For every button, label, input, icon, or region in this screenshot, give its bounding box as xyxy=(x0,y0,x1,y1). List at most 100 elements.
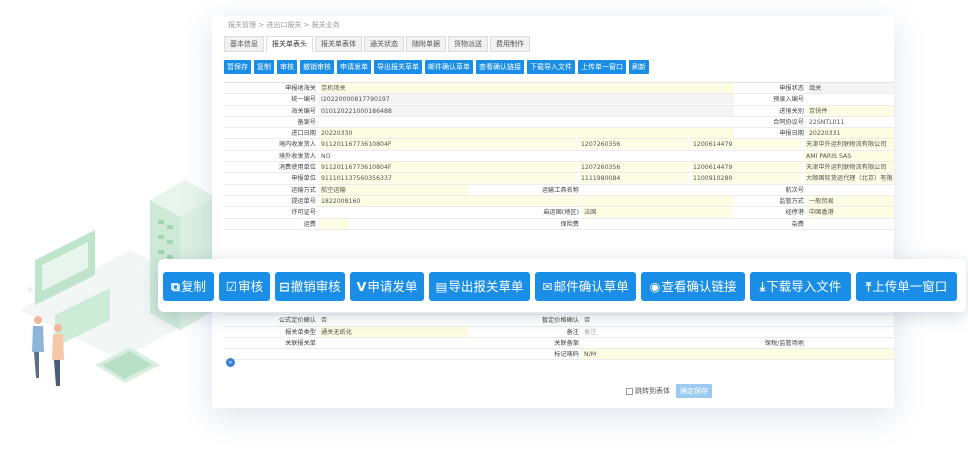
decl-type-field[interactable]: 通关无纸化 xyxy=(319,326,469,337)
supervision-field[interactable]: 一般贸易 xyxy=(807,195,894,206)
form-row: 标记唛码 N/M xyxy=(224,349,894,361)
tab-declaration-header[interactable]: 报关单表头 xyxy=(266,36,313,52)
record-no-field[interactable] xyxy=(319,117,734,127)
field-label: 预录入编号 xyxy=(773,96,804,104)
mail-confirm-button[interactable]: ✉邮件确认草单 xyxy=(535,272,636,301)
export-draft-button[interactable]: ▤导出报关草单 xyxy=(429,272,530,301)
people-illustration xyxy=(32,316,64,386)
declare-date-field[interactable]: 20220331 xyxy=(807,128,894,139)
tab-attached-docs[interactable]: 随附单据 xyxy=(406,36,446,52)
temp-save-button[interactable]: 暂保存 xyxy=(224,60,251,74)
expand-toggle-icon[interactable]: » xyxy=(226,358,235,367)
form-row: 境内收发货人 91120116773610804F 1207260356 120… xyxy=(224,139,894,151)
contract-no-field[interactable]: 22SNTL011 xyxy=(807,117,894,127)
misc-field[interactable] xyxy=(807,219,894,229)
eye-icon: ◉ xyxy=(649,279,661,294)
tab-fee-making[interactable]: 费用制作 xyxy=(490,36,530,52)
mail-confirm-button-small[interactable]: 邮件确认草单 xyxy=(425,60,473,74)
jump-to-body-checkbox[interactable]: 跳转到表体 xyxy=(626,386,670,396)
confirm-save-button[interactable]: 确定保存 xyxy=(676,384,712,398)
tab-basic-info[interactable]: 基本信息 xyxy=(224,36,264,52)
undo-audit-button[interactable]: ⊟撤销审核 xyxy=(275,272,345,301)
freight-field[interactable] xyxy=(319,218,349,229)
declarant-code-field[interactable]: 911101137560356337 xyxy=(319,173,577,184)
transport-field[interactable]: 航空运输 xyxy=(319,184,469,195)
check-square-icon: ☑ xyxy=(225,279,238,294)
domestic-consignee-ciq-field[interactable]: 1200614479 xyxy=(691,139,801,150)
form-row: 消费使用单位 91120116773610804F 1207260356 120… xyxy=(224,162,894,174)
consumer-cus-field[interactable]: 1207260356 xyxy=(579,162,689,173)
formula-price-field[interactable]: 否 xyxy=(319,315,469,325)
ie-type-field[interactable]: 京快件 xyxy=(807,105,894,116)
view-link-button-small[interactable]: 查看确认链接 xyxy=(476,60,524,74)
field-label: 标记唛码 xyxy=(554,351,579,359)
voyage-field[interactable] xyxy=(807,185,894,195)
port-field[interactable]: 中国香港 xyxy=(807,207,894,218)
origin-country-field[interactable]: 法国 xyxy=(582,207,732,218)
download-file-button[interactable]: ⤓下载导入文件 xyxy=(750,272,851,301)
declarant-name-field[interactable]: 大顺国际货运代理（北京）有限 xyxy=(804,173,894,184)
field-label: 进境关别 xyxy=(779,107,804,115)
import-date-field[interactable]: 20220330 xyxy=(319,128,734,139)
form-row: 境外收发货人 NO AMI PARIS SAS xyxy=(224,150,894,163)
field-label: 运费 xyxy=(303,220,316,228)
copy-button-label: 复制 xyxy=(180,279,206,294)
field-label: 提运单号 xyxy=(291,197,316,205)
copy-button-small[interactable]: 复制 xyxy=(254,60,274,74)
consumer-code-field[interactable]: 91120116773610804F xyxy=(319,162,577,173)
tab-declaration-body[interactable]: 报关单表体 xyxy=(315,36,362,52)
upload-window-button[interactable]: ⤒上传单一窗口 xyxy=(856,272,957,301)
apply-issue-button-label: 申请发单 xyxy=(367,279,418,294)
consumer-ciq-field[interactable]: 1200614479 xyxy=(691,162,801,173)
declaration-window: 报关管理 > 进出口报关 > 报关业务 基本信息 报关单表头 报关单表体 通关状… xyxy=(212,16,894,408)
refresh-button-small[interactable]: 刷新 xyxy=(629,60,649,74)
pre-entry-no-field[interactable] xyxy=(807,94,894,104)
document-export-icon: ▤ xyxy=(435,279,448,294)
form-row: 海关编号 010120221000186488 进境关别 京快件 xyxy=(224,105,894,117)
download-file-button-small[interactable]: 下载导入文件 xyxy=(527,60,575,74)
field-label: 报关单类型 xyxy=(285,328,316,336)
tab-bar: 基本信息 报关单表头 报关单表体 通关状态 随附单据 货物派送 费用制作 xyxy=(224,36,530,52)
apply-issue-button[interactable]: V申请发单 xyxy=(350,272,424,301)
field-label: 运输方式 xyxy=(291,186,316,194)
domestic-consignee-name-field[interactable]: 天津中外运利联物流有限公司 xyxy=(804,139,894,150)
remark-field[interactable]: 备注 xyxy=(582,327,732,337)
audit-button[interactable]: ☑审核 xyxy=(219,272,270,301)
checkbox-label: 跳转到表体 xyxy=(635,387,670,395)
small-toolbar: 暂保存 复制 审核 撤销审核 申请发单 导出报关草单 邮件确认草单 查看确认链接… xyxy=(224,60,649,74)
bill-no-field[interactable]: 1822008160 xyxy=(319,195,734,206)
checkbox-box[interactable] xyxy=(626,387,633,395)
conveyance-field[interactable] xyxy=(582,185,732,195)
declarant-cus-field[interactable]: 1111980084 xyxy=(579,173,689,184)
upload-window-button-small[interactable]: 上传单一窗口 xyxy=(578,60,626,74)
customs-no-field: 010120221000186488 xyxy=(319,105,734,116)
domestic-consignee-cus-field[interactable]: 1207260356 xyxy=(579,139,689,150)
bonded-field[interactable] xyxy=(807,338,894,348)
overseas-consignor-code-field[interactable]: NO xyxy=(319,151,799,161)
consumer-name-field[interactable]: 天津中外运利联物流有限公司 xyxy=(804,162,894,173)
audit-button-small[interactable]: 审核 xyxy=(277,60,297,74)
overseas-consignor-name-field[interactable]: AMI PARIS SAS xyxy=(804,150,894,161)
view-link-button[interactable]: ◉查看确认链接 xyxy=(641,272,745,301)
provisional-price-field[interactable]: 否 xyxy=(582,315,732,325)
insurance-field[interactable] xyxy=(582,219,732,229)
domestic-consignee-code-field[interactable]: 91120116773610804F xyxy=(319,139,577,150)
declarant-ciq-field[interactable]: 1100910280 xyxy=(691,173,801,184)
tab-cargo-delivery[interactable]: 货物派送 xyxy=(448,36,488,52)
screenshot: { "breadcrumb": "报关管理 > 进出口报关 > 报关业务", "… xyxy=(0,0,968,466)
declare-customs-field[interactable]: 京机场关 xyxy=(319,83,734,93)
mark-field[interactable]: N/M xyxy=(582,349,894,360)
copy-button[interactable]: ⧉复制 xyxy=(163,272,214,301)
declaration-header-form: 申报地海关 京机场关 申报状态 填关 统一编号 I202200008177901… xyxy=(224,82,894,230)
apply-issue-button-small[interactable]: 申请发单 xyxy=(337,60,371,74)
undo-audit-button-small[interactable]: 撤销审核 xyxy=(300,60,334,74)
related-record-field[interactable] xyxy=(582,338,732,348)
tab-clearance-status[interactable]: 通关状态 xyxy=(364,36,404,52)
mail-confirm-button-label: 邮件确认草单 xyxy=(553,279,629,294)
field-label: 暂定价格确认 xyxy=(541,317,579,325)
license-field[interactable] xyxy=(319,207,469,217)
related-decl-field[interactable] xyxy=(319,338,469,348)
form-row: 报关单类型 通关无纸化 备注 备注 xyxy=(224,326,894,338)
export-draft-button-small[interactable]: 导出报关草单 xyxy=(374,60,422,74)
upload-icon: ⤒ xyxy=(865,279,872,294)
